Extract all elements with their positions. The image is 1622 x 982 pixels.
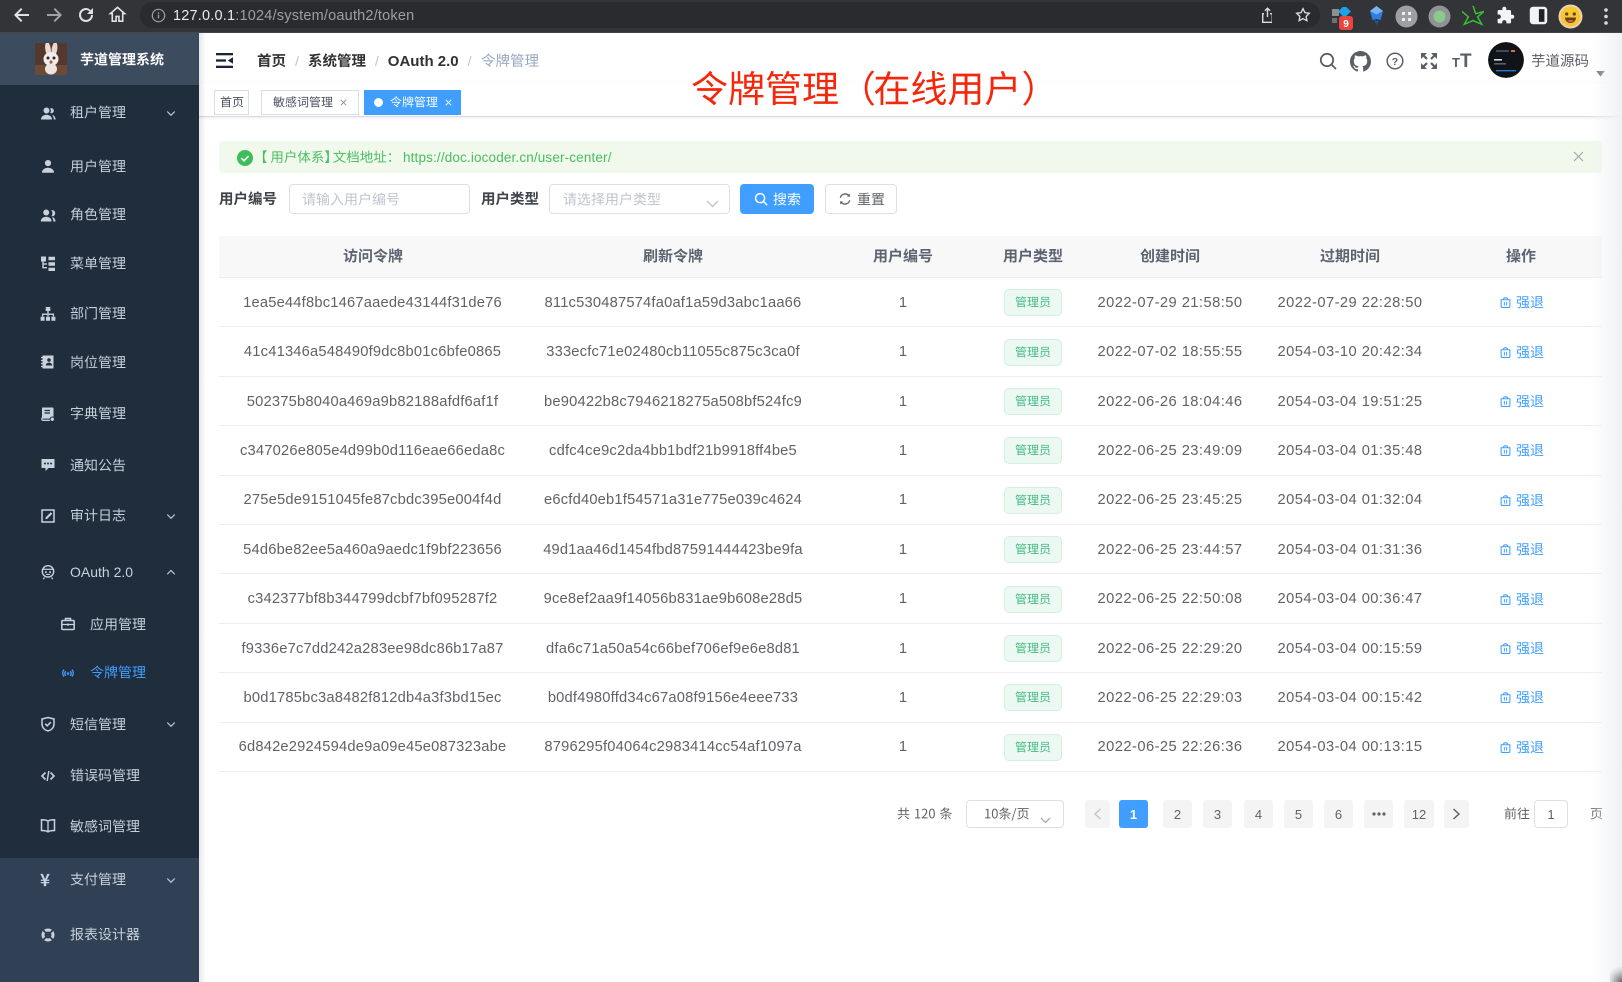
svg-text:T: T [1460, 51, 1472, 71]
svg-text:9: 9 [1343, 19, 1349, 30]
svg-text:?: ? [1392, 56, 1398, 68]
svg-text:T: T [1452, 55, 1460, 70]
